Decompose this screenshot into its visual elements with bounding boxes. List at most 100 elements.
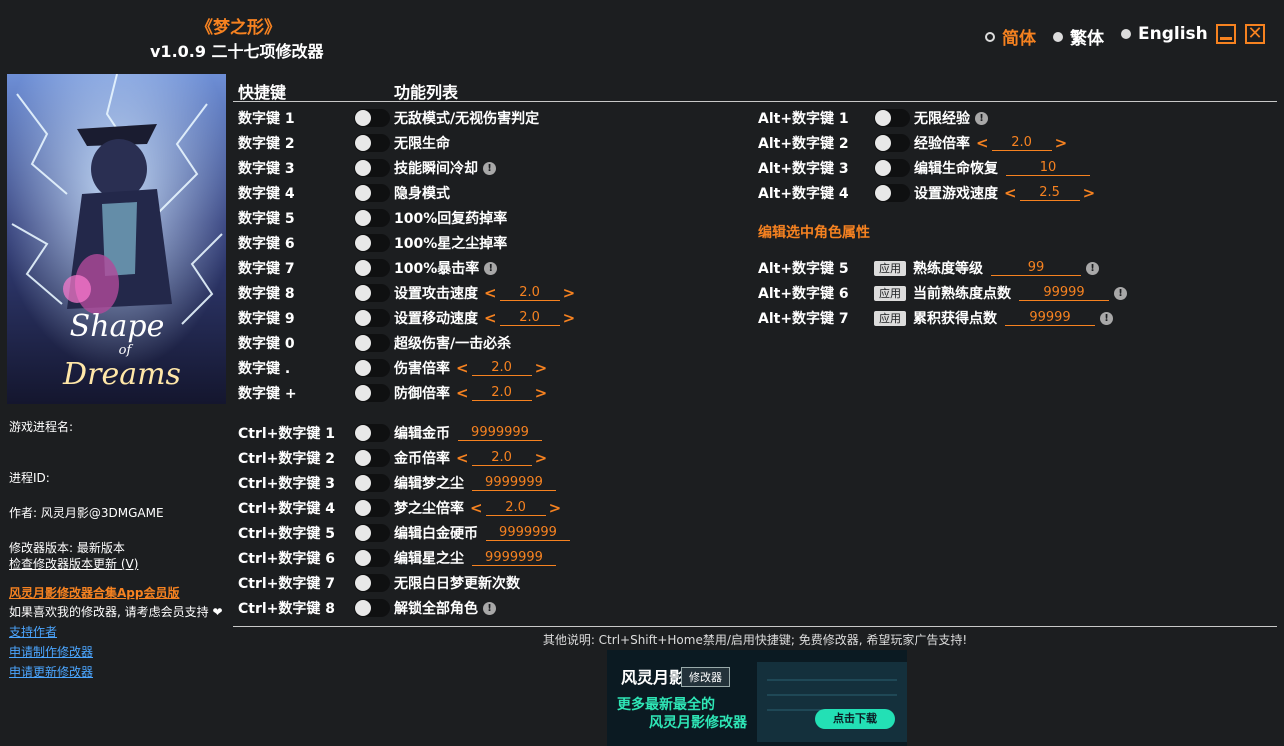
check-update-link[interactable]: 检查修改器版本更新 (V) bbox=[9, 555, 138, 572]
decrease-arrow-icon[interactable]: < bbox=[484, 284, 497, 302]
toggle-switch[interactable] bbox=[874, 109, 910, 127]
toggle-switch[interactable] bbox=[874, 159, 910, 177]
increase-arrow-icon[interactable]: > bbox=[563, 284, 576, 302]
decrease-arrow-icon[interactable]: < bbox=[456, 384, 469, 402]
toggle-switch[interactable] bbox=[354, 449, 390, 467]
lang-label: English bbox=[1138, 24, 1208, 44]
hotkey-label: Alt+数字键 3 bbox=[758, 161, 849, 177]
feature-text: 编辑星之尘 bbox=[394, 551, 464, 567]
toggle-switch[interactable] bbox=[354, 184, 390, 202]
apply-button[interactable]: 应用 bbox=[874, 285, 906, 301]
warning-icon: ! bbox=[1100, 311, 1113, 325]
feature-text: 梦之尘倍率 bbox=[394, 501, 464, 517]
cheat-row: 数字键 6 100%星之尘掉率 bbox=[238, 232, 738, 254]
toggle-switch[interactable] bbox=[354, 549, 390, 567]
value-input[interactable]: 9999999 bbox=[472, 550, 556, 566]
stepper-value[interactable]: 2.0 bbox=[991, 135, 1052, 151]
toggle-switch[interactable] bbox=[354, 334, 390, 352]
feature-label: 设置移动速度 <2.0 > bbox=[394, 308, 575, 328]
feature-text: 无敌模式/无视伤害判定 bbox=[394, 111, 540, 127]
lang-traditional[interactable]: 繁体 bbox=[1053, 24, 1104, 49]
stepper-value[interactable]: 2.0 bbox=[471, 450, 532, 466]
decrease-arrow-icon[interactable]: < bbox=[456, 449, 469, 467]
value-input[interactable]: 9999999 bbox=[472, 475, 556, 491]
app-vip-link[interactable]: 风灵月影修改器合集App会员版 bbox=[9, 584, 179, 601]
increase-arrow-icon[interactable]: > bbox=[535, 359, 548, 377]
stepper-value[interactable]: 2.5 bbox=[1019, 185, 1080, 201]
close-icon[interactable]: ✕ bbox=[1245, 24, 1265, 44]
toggle-switch[interactable] bbox=[354, 524, 390, 542]
increase-arrow-icon[interactable]: > bbox=[1083, 184, 1096, 202]
decrease-arrow-icon[interactable]: < bbox=[976, 134, 989, 152]
cheat-row: Ctrl+数字键 4 梦之尘倍率 <2.0 > bbox=[238, 497, 738, 519]
lang-english[interactable]: English bbox=[1121, 24, 1208, 44]
toggle-switch[interactable] bbox=[354, 259, 390, 277]
value-input[interactable]: 9999999 bbox=[458, 425, 542, 441]
decrease-arrow-icon[interactable]: < bbox=[1004, 184, 1017, 202]
value-input[interactable]: 99999 bbox=[1019, 285, 1109, 301]
ad-download-button[interactable]: 点击下载 bbox=[815, 709, 895, 729]
decrease-arrow-icon[interactable]: < bbox=[484, 309, 497, 327]
request-make-link[interactable]: 申请制作修改器 bbox=[9, 643, 93, 660]
request-update-link[interactable]: 申请更新修改器 bbox=[9, 663, 93, 680]
ad-banner[interactable]: 风灵月影 修改器 更多最新最全的 风灵月影修改器 点击下载 bbox=[607, 650, 907, 746]
lang-label: 繁体 bbox=[1070, 29, 1104, 49]
toggle-switch[interactable] bbox=[354, 424, 390, 442]
increase-arrow-icon[interactable]: > bbox=[535, 384, 548, 402]
footer-divider bbox=[233, 626, 1277, 627]
hotkey-label: 数字键 7 bbox=[238, 261, 295, 277]
hotkey-label: Alt+数字键 7 bbox=[758, 311, 849, 327]
apply-button[interactable]: 应用 bbox=[874, 310, 906, 326]
radio-icon bbox=[1121, 29, 1131, 39]
feature-label: 超级伤害/一击必杀 bbox=[394, 333, 511, 353]
stepper-value[interactable]: 2.0 bbox=[471, 385, 532, 401]
feature-text: 无限生命 bbox=[394, 136, 450, 152]
feature-text: 编辑白金硬币 bbox=[394, 526, 478, 542]
toggle-switch[interactable] bbox=[354, 234, 390, 252]
decrease-arrow-icon[interactable]: < bbox=[470, 499, 483, 517]
apply-button[interactable]: 应用 bbox=[874, 260, 906, 276]
stepper-value[interactable]: 2.0 bbox=[485, 500, 546, 516]
toggle-switch[interactable] bbox=[354, 209, 390, 227]
toggle-knob-icon bbox=[355, 575, 371, 591]
toggle-switch[interactable] bbox=[354, 284, 390, 302]
increase-arrow-icon[interactable]: > bbox=[535, 449, 548, 467]
value-stepper: <2.0 > bbox=[456, 449, 547, 467]
value-input[interactable]: 10 bbox=[1006, 160, 1090, 176]
toggle-switch[interactable] bbox=[354, 474, 390, 492]
toggle-switch[interactable] bbox=[354, 574, 390, 592]
minimize-icon[interactable] bbox=[1216, 24, 1236, 44]
stepper-value[interactable]: 2.0 bbox=[471, 360, 532, 376]
value-input[interactable]: 9999999 bbox=[486, 525, 570, 541]
toggle-switch[interactable] bbox=[354, 159, 390, 177]
radio-icon bbox=[1053, 31, 1063, 42]
author-text: 作者: 风灵月影@3DMGAME bbox=[9, 506, 164, 520]
support-author-link[interactable]: 支持作者 bbox=[9, 623, 57, 640]
feature-text: 设置移动速度 bbox=[394, 311, 478, 327]
toggle-switch[interactable] bbox=[354, 109, 390, 127]
stepper-value[interactable]: 2.0 bbox=[499, 285, 560, 301]
warning-icon: ! bbox=[483, 601, 496, 615]
stepper-value[interactable]: 2.0 bbox=[499, 310, 560, 326]
toggle-switch[interactable] bbox=[354, 384, 390, 402]
hotkey-label: Alt+数字键 2 bbox=[758, 136, 849, 152]
value-input[interactable]: 99 bbox=[991, 260, 1081, 276]
toggle-switch[interactable] bbox=[354, 359, 390, 377]
toggle-switch[interactable] bbox=[874, 134, 910, 152]
toggle-knob-icon bbox=[355, 285, 371, 301]
toggle-switch[interactable] bbox=[354, 309, 390, 327]
toggle-switch[interactable] bbox=[354, 499, 390, 517]
cheat-row: 数字键 2 无限生命 bbox=[238, 132, 738, 154]
toggle-switch[interactable] bbox=[874, 184, 910, 202]
increase-arrow-icon[interactable]: > bbox=[1055, 134, 1068, 152]
lang-simplified[interactable]: 简体 bbox=[985, 24, 1036, 49]
value-input[interactable]: 99999 bbox=[1005, 310, 1095, 326]
increase-arrow-icon[interactable]: > bbox=[563, 309, 576, 327]
decrease-arrow-icon[interactable]: < bbox=[456, 359, 469, 377]
toggle-switch[interactable] bbox=[354, 134, 390, 152]
value-stepper: <2.5 > bbox=[1004, 184, 1095, 202]
toggle-switch[interactable] bbox=[354, 599, 390, 617]
game-cover-image: Shape of Dreams bbox=[7, 74, 226, 404]
increase-arrow-icon[interactable]: > bbox=[549, 499, 562, 517]
lang-label: 简体 bbox=[1002, 29, 1036, 49]
